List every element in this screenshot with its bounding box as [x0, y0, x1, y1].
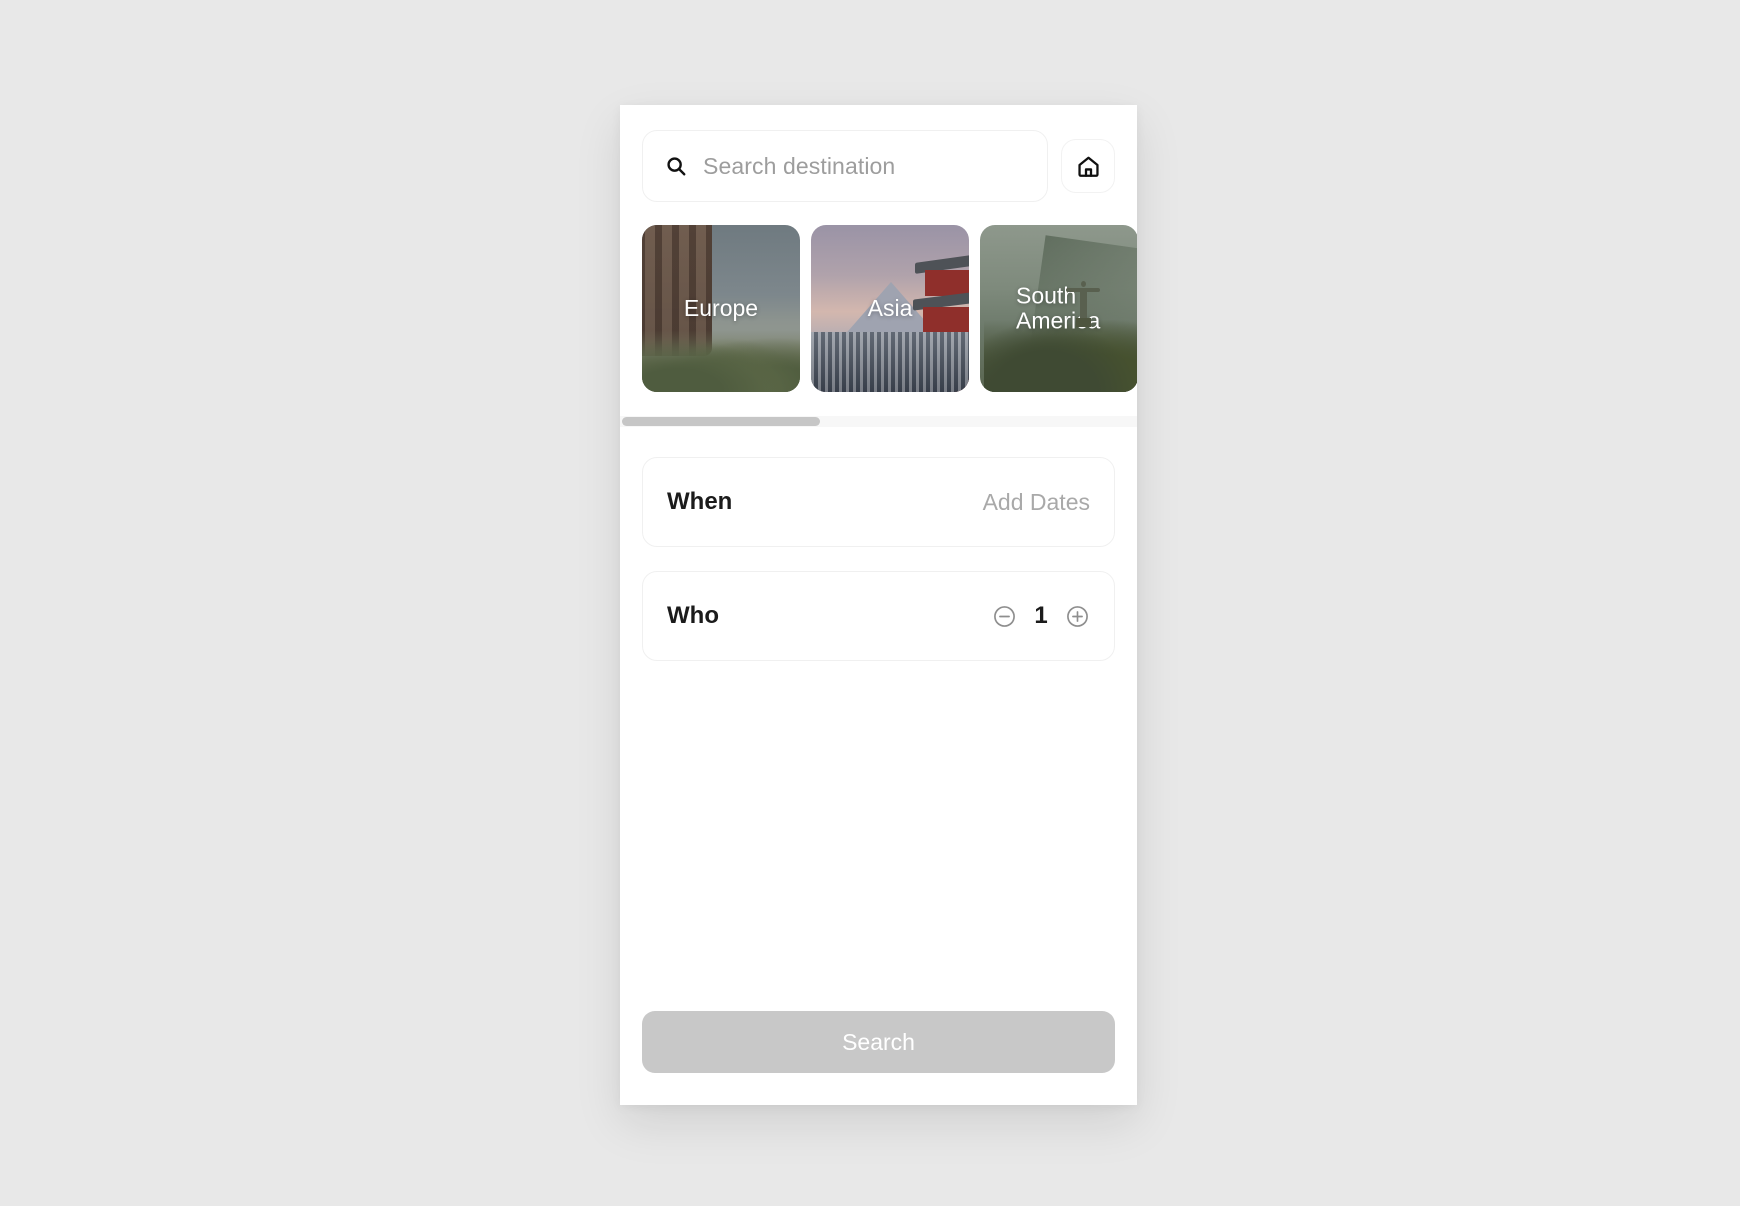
pagoda-shape: [913, 255, 969, 392]
statue-shape: [1066, 281, 1100, 335]
destination-list[interactable]: Europe Asia South America: [620, 225, 1137, 392]
search-placeholder: Search destination: [703, 152, 896, 179]
phone-frame: Search destination Europe Asia South Ame…: [620, 105, 1137, 1105]
when-label: When: [667, 488, 733, 515]
home-button[interactable]: [1061, 139, 1115, 193]
home-icon: [1077, 156, 1099, 177]
minus-circle-icon[interactable]: [992, 604, 1017, 629]
search-input[interactable]: Search destination: [642, 130, 1048, 202]
who-label: Who: [667, 602, 719, 629]
destination-carousel: Europe Asia South America: [620, 225, 1137, 392]
destination-label: Asia: [867, 294, 913, 321]
destination-card-europe[interactable]: Europe: [642, 225, 800, 392]
when-value[interactable]: Add Dates: [983, 489, 1090, 516]
destination-label: South America: [1016, 281, 1101, 334]
when-row[interactable]: When Add Dates: [642, 457, 1115, 547]
search-icon: [667, 157, 686, 176]
carousel-scrollbar-thumb[interactable]: [622, 417, 820, 426]
footer: Search: [620, 1011, 1137, 1105]
screen: Search destination Europe Asia South Ame…: [0, 0, 1740, 1206]
search-row: Search destination: [620, 105, 1137, 202]
options-section: When Add Dates Who 1: [620, 427, 1137, 661]
guest-stepper: 1: [992, 602, 1090, 630]
destination-label: Europe: [683, 294, 759, 321]
plus-circle-icon[interactable]: [1065, 604, 1090, 629]
guest-count: 1: [1034, 602, 1048, 629]
search-button[interactable]: Search: [642, 1011, 1115, 1073]
carousel-scrollbar[interactable]: [620, 416, 1137, 427]
who-row[interactable]: Who 1: [642, 571, 1115, 661]
destination-card-asia[interactable]: Asia: [811, 225, 969, 392]
destination-card-south-america[interactable]: South America: [980, 225, 1137, 392]
